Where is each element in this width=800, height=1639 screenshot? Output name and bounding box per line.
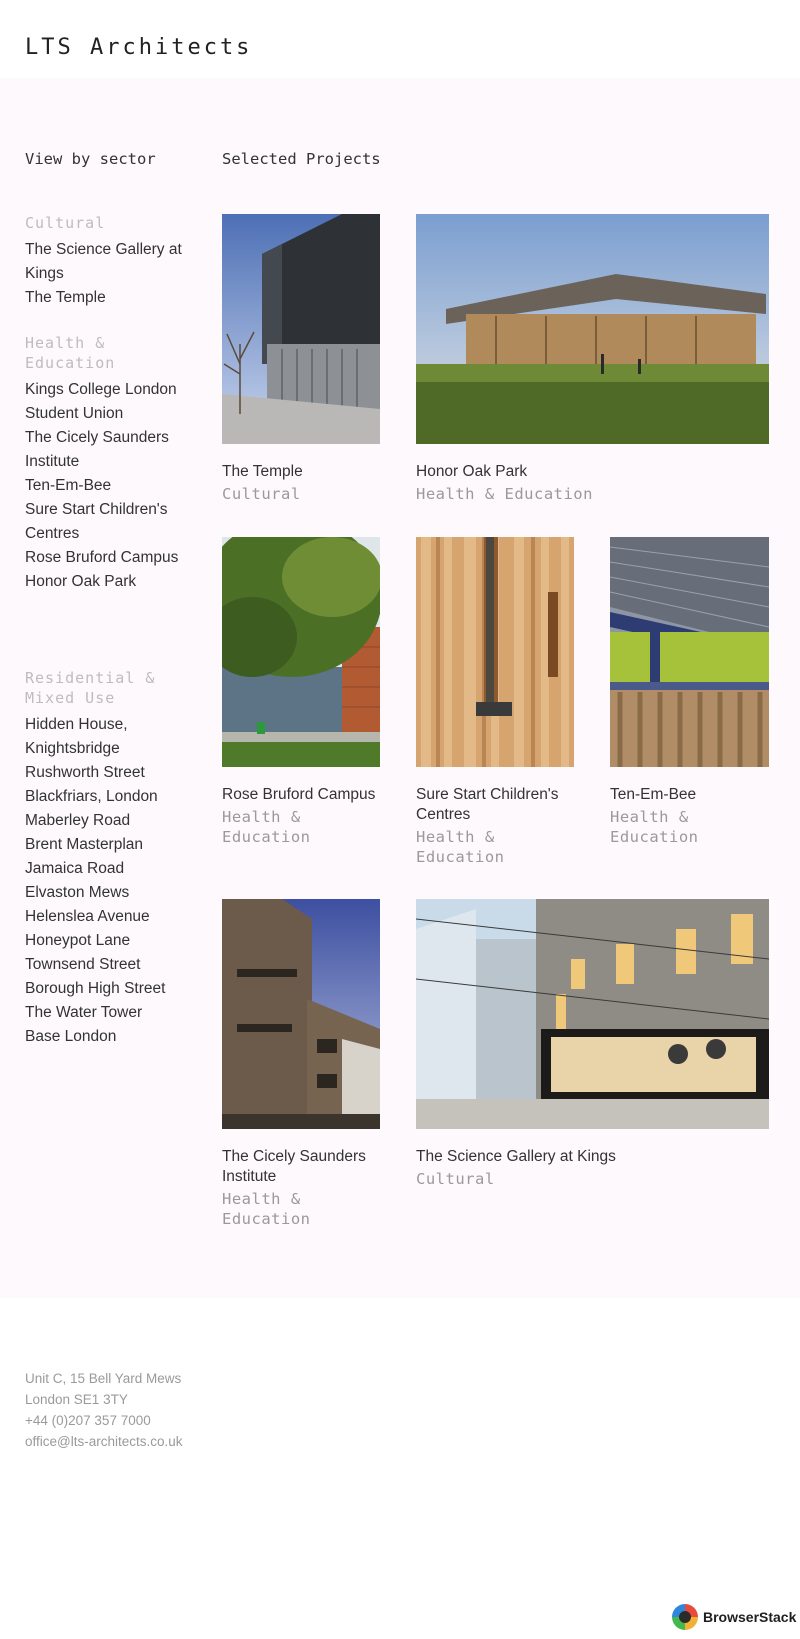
project-image[interactable] [222, 537, 380, 767]
sector-residential: Residential & Mixed Use Hidden House, Kn… [25, 668, 190, 1049]
browserstack-label: BrowserStack [703, 1609, 797, 1625]
project-image[interactable] [416, 899, 769, 1129]
sidebar-link-elvaston-mews[interactable]: Elvaston Mews [25, 881, 190, 905]
sidebar-link-blackfriars[interactable]: Blackfriars, London [25, 785, 190, 809]
project-sector: Health & Education [222, 808, 311, 846]
footer-phone[interactable]: +44 (0)207 357 7000 [25, 1410, 183, 1431]
sidebar-link-helenslea-avenue[interactable]: Helenslea Avenue [25, 905, 190, 929]
project-card-honor-oak-park[interactable]: Honor Oak Park Health & Education [416, 214, 769, 504]
sidebar-link-maberley-road[interactable]: Maberley Road [25, 809, 190, 833]
sidebar-link-ten-em-bee[interactable]: Ten-Em-Bee [25, 474, 190, 498]
project-image[interactable] [222, 214, 380, 444]
project-title[interactable]: Ten-Em-Bee [610, 785, 769, 805]
browserstack-badge[interactable]: BrowserStack [672, 1604, 796, 1630]
sidebar-title: View by sector [25, 150, 156, 168]
project-sector: Cultural [416, 1170, 495, 1188]
sidebar-link-the-temple[interactable]: The Temple [25, 286, 190, 310]
sidebar-link-science-gallery[interactable]: The Science Gallery at Kings [25, 238, 190, 286]
sector-heading: Health & Education [25, 334, 116, 372]
project-sector: Health & Education [610, 808, 699, 846]
project-sector: Health & Education [416, 828, 505, 866]
site-header: LTS Architects [0, 0, 800, 78]
project-title[interactable]: The Science Gallery at Kings [416, 1147, 769, 1167]
project-card-sure-start[interactable]: Sure Start Children's Centres Health & E… [416, 537, 574, 867]
footer-address-line2: London SE1 3TY [25, 1392, 128, 1407]
sidebar-link-borough-high-street[interactable]: Borough High Street [25, 977, 190, 1001]
project-card-the-temple[interactable]: The Temple Cultural [222, 214, 380, 504]
project-sector: Health & Education [222, 1190, 311, 1228]
main-content: View by sector Cultural The Science Gall… [0, 78, 800, 1298]
sidebar-link-water-tower[interactable]: The Water Tower [25, 1001, 190, 1025]
browserstack-icon [672, 1604, 698, 1630]
project-title[interactable]: Rose Bruford Campus [222, 785, 380, 805]
project-title[interactable]: Sure Start Children's Centres [416, 785, 574, 825]
site-logo[interactable]: LTS Architects [25, 35, 252, 60]
sidebar-link-brent-masterplan[interactable]: Brent Masterplan [25, 833, 190, 857]
sidebar-link-base-london[interactable]: Base London [25, 1025, 190, 1049]
project-card-rose-bruford[interactable]: Rose Bruford Campus Health & Education [222, 537, 380, 847]
sidebar-link-honor-oak-park[interactable]: Honor Oak Park [25, 570, 190, 594]
sidebar-link-cicely-saunders[interactable]: The Cicely Saunders Institute [25, 426, 190, 474]
sidebar-link-kings-college[interactable]: Kings College London Student Union [25, 378, 190, 426]
project-title[interactable]: Honor Oak Park [416, 462, 769, 482]
footer-email[interactable]: office@lts-architects.co.uk [25, 1431, 183, 1452]
site-footer: Unit C, 15 Bell Yard Mews London SE1 3TY… [25, 1368, 183, 1452]
sidebar-link-townsend-street[interactable]: Townsend Street [25, 953, 190, 977]
project-image[interactable] [416, 214, 769, 444]
sector-cultural: Cultural The Science Gallery at Kings Th… [25, 213, 190, 310]
projects-title: Selected Projects [222, 150, 381, 168]
project-sector: Cultural [222, 485, 301, 503]
sidebar-link-jamaica-road[interactable]: Jamaica Road [25, 857, 190, 881]
sector-heading: Cultural [25, 214, 106, 232]
sidebar-link-rose-bruford[interactable]: Rose Bruford Campus [25, 546, 190, 570]
sector-health-education: Health & Education Kings College London … [25, 333, 190, 594]
sidebar-link-rushworth-street[interactable]: Rushworth Street [25, 761, 190, 785]
project-sector: Health & Education [416, 485, 593, 503]
sidebar-link-honeypot-lane[interactable]: Honeypot Lane [25, 929, 190, 953]
sidebar-link-sure-start[interactable]: Sure Start Children's Centres [25, 498, 190, 546]
project-image[interactable] [610, 537, 769, 767]
project-card-ten-em-bee[interactable]: Ten-Em-Bee Health & Education [610, 537, 769, 847]
project-image[interactable] [416, 537, 574, 767]
footer-address-line1: Unit C, 15 Bell Yard Mews [25, 1371, 182, 1386]
project-card-science-gallery[interactable]: The Science Gallery at Kings Cultural [416, 899, 769, 1189]
project-title[interactable]: The Temple [222, 462, 380, 482]
project-title[interactable]: The Cicely Saunders Institute [222, 1147, 380, 1187]
project-card-cicely-saunders[interactable]: The Cicely Saunders Institute Health & E… [222, 899, 380, 1229]
sector-heading: Residential & Mixed Use [25, 669, 156, 707]
sidebar-link-hidden-house[interactable]: Hidden House, Knightsbridge [25, 713, 190, 761]
project-image[interactable] [222, 899, 380, 1129]
